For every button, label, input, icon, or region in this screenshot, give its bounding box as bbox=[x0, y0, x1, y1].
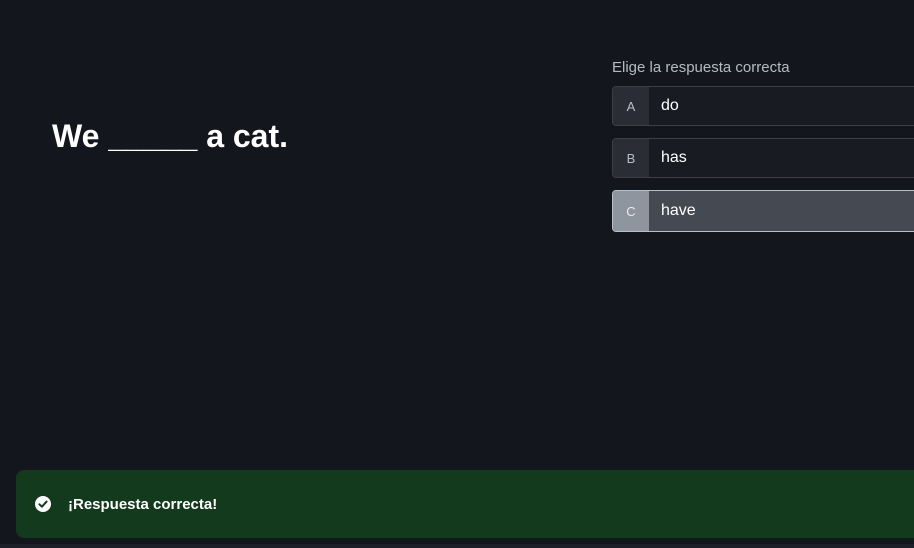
answer-prompt: Elige la respuesta correcta bbox=[612, 59, 790, 76]
option-label: have bbox=[661, 202, 696, 219]
option-letter: C bbox=[613, 191, 649, 231]
answer-option-b[interactable]: B has bbox=[612, 138, 914, 178]
option-letter: B bbox=[613, 139, 649, 177]
question-text: We _____ a cat. bbox=[52, 118, 289, 154]
feedback-banner: ¡Respuesta correcta! bbox=[16, 470, 914, 538]
bottom-divider bbox=[0, 544, 914, 548]
option-label: do bbox=[661, 97, 679, 114]
option-letter: A bbox=[613, 87, 649, 125]
answer-option-c[interactable]: C have bbox=[612, 190, 914, 232]
option-label: has bbox=[661, 149, 687, 166]
quiz-page: We _____ a cat. Elige la respuesta corre… bbox=[0, 0, 914, 548]
answer-option-a[interactable]: A do bbox=[612, 86, 914, 126]
check-circle-icon bbox=[35, 496, 51, 512]
answer-options: A do B has C have bbox=[612, 86, 914, 244]
feedback-message: ¡Respuesta correcta! bbox=[68, 495, 218, 513]
